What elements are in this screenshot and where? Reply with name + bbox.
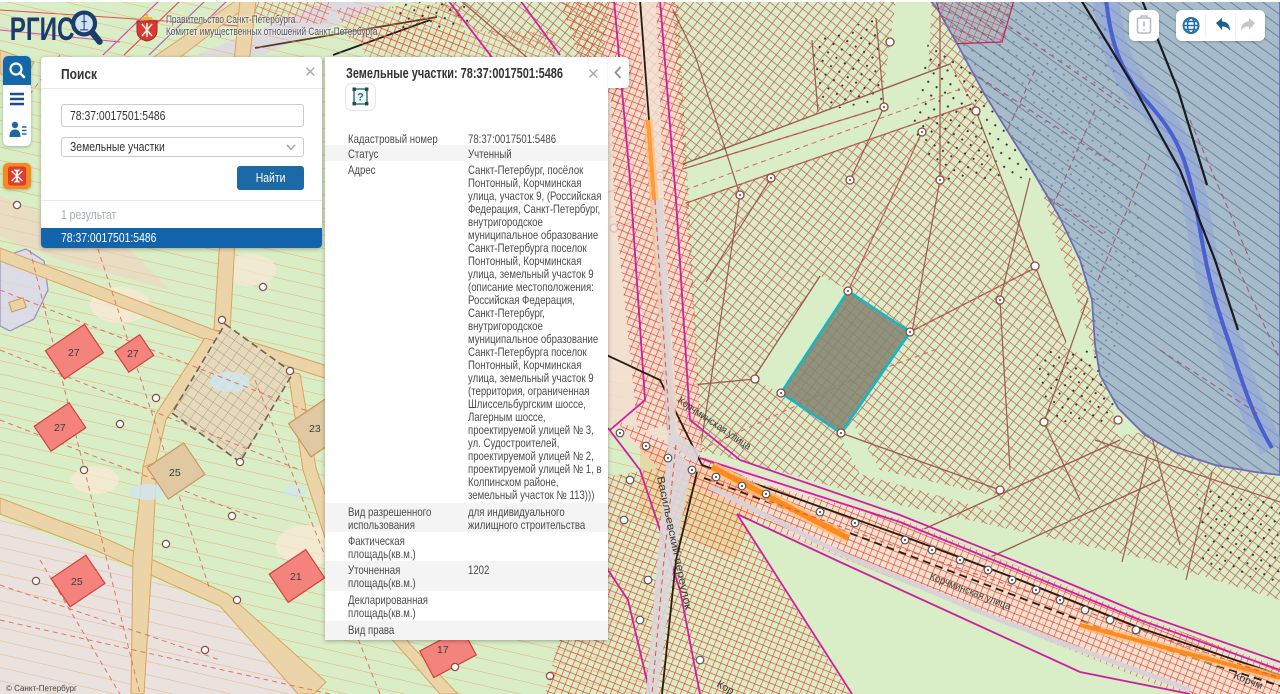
svg-text:27: 27 (127, 348, 139, 360)
svg-text:17: 17 (437, 644, 449, 656)
svg-text:23: 23 (309, 423, 321, 435)
svg-text:25: 25 (169, 467, 181, 479)
svg-text:?: ? (357, 92, 364, 104)
svg-text:21: 21 (290, 571, 302, 583)
svg-text:РГИС: РГИС (10, 11, 75, 47)
svg-text:27: 27 (54, 422, 66, 434)
svg-text:25: 25 (71, 576, 83, 588)
svg-text:27: 27 (68, 347, 80, 359)
svg-text:© Санкт-Петербург: © Санкт-Петербург (6, 684, 77, 693)
